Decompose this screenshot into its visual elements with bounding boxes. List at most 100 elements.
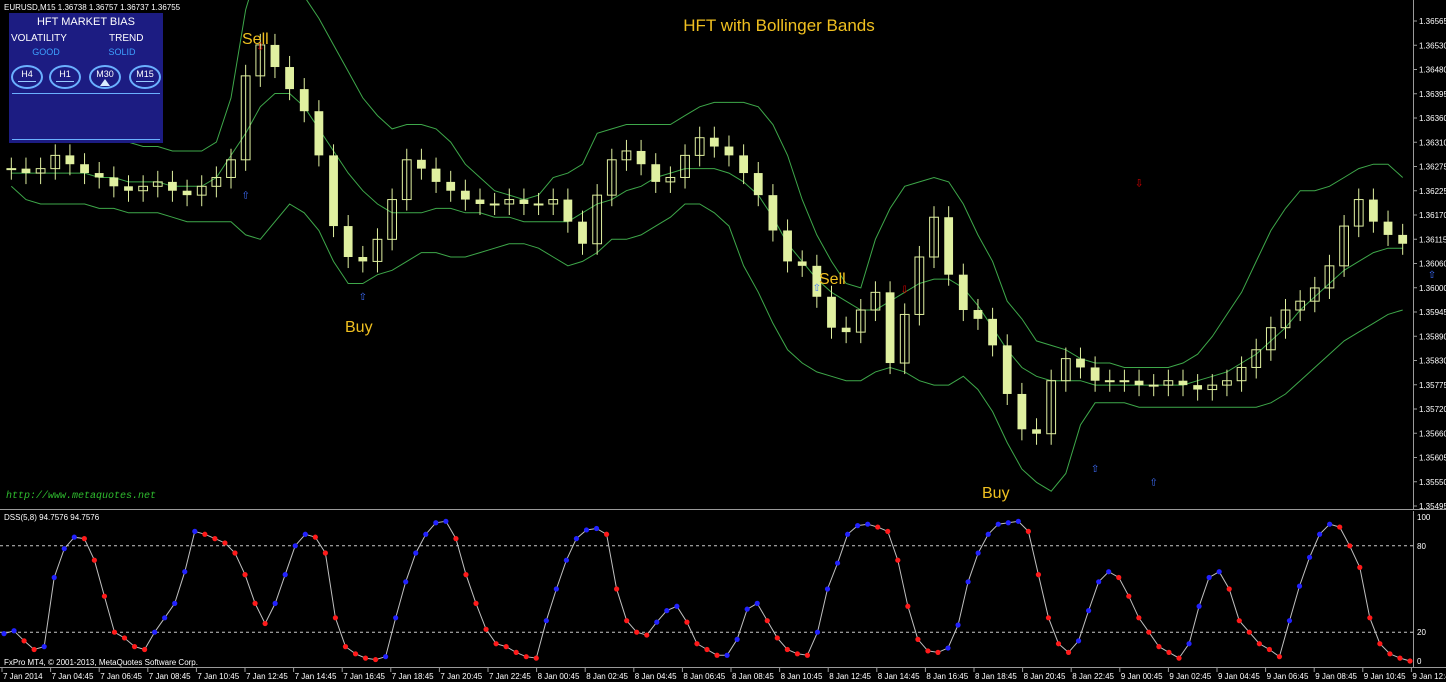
dss-dot-falling [875,524,881,530]
candle-body-down [1002,345,1012,394]
price-chart[interactable]: ⇩⇩⇩⇧⇧⇧⇧⇧⇧ 1.365651.365301.364801.363951.… [0,0,1446,510]
time-tick-label: 8 Jan 18:45 [975,672,1017,681]
dss-oscillator-pane[interactable]: 100 80 20 0 7 Jan 2014 7 Jan 04:45 7 Jan 06:4… [0,511,1446,682]
dss-dot-falling [503,644,509,650]
candle-body-down [1368,199,1378,222]
dss-dot-falling [513,649,519,655]
dss-dot-rising [593,525,600,532]
sell-label-top: Sell [242,31,269,48]
dss-dot-rising [945,645,951,651]
time-tick-label: 7 Jan 10:45 [197,672,239,681]
candle-body-down [1017,393,1027,430]
candle-body-down [827,296,836,328]
dss-dot-falling [332,615,339,621]
time-tick-label: 8 Jan 04:45 [635,672,677,681]
flat-bias-line-icon [18,81,36,82]
time-tick-label: 7 Jan 16:45 [343,672,385,681]
candle-body-down [1076,358,1085,368]
candle-body-down [314,111,324,156]
metaquotes-watermark: http://www.metaquotes.net [6,490,156,502]
candle-body-down [182,190,192,196]
price-tick-label: 1.36275 [1419,163,1446,172]
dss-dot-falling [312,534,318,540]
dss-dot-falling [634,629,640,635]
dss-dot-rising [1186,641,1192,647]
candle-body-down [797,261,807,266]
timeframe-m15-label: M15 [136,69,154,79]
dss-dot-falling [935,649,941,655]
price-tick-label: 1.36060 [1419,260,1446,269]
price-chart-background [0,0,1446,510]
candle-body-down [417,159,426,169]
dss-dot-falling [1397,655,1403,661]
dss-dot-rising [734,636,740,642]
dss-dot-falling [533,655,539,661]
price-tick-label: 1.35495 [1419,502,1446,510]
oscillator-background [0,511,1446,682]
dss-dot-rising [172,600,178,606]
dss-dot-falling [624,618,630,624]
dss-dot-falling [885,528,891,534]
dss-dot-falling [1035,572,1042,578]
dss-dot-rising [443,518,449,524]
candle-body-up [533,203,544,206]
candle-body-down [1193,385,1203,390]
dss-dot-rising [754,600,760,606]
candle-body-down [460,190,470,200]
price-tick-label: 1.35890 [1419,332,1446,341]
dss-dot-falling [1146,629,1152,635]
dss-dot-rising [845,531,851,537]
dss-dot-falling [1347,543,1353,549]
dss-dot-falling [1256,641,1262,647]
price-tick-label: 1.35550 [1419,478,1446,487]
dss-dot-rising [61,546,67,552]
dss-dot-falling [1357,564,1363,570]
dss-dot-falling [915,636,921,642]
dss-dot-rising [824,586,831,592]
dss-dot-rising [383,654,389,660]
time-tick-label: 9 Jan 12:45 [1412,672,1446,681]
dss-dot-falling [603,531,610,537]
dss-dot-falling [1337,524,1343,530]
buy-arrow-icon: ⇧ [241,190,249,201]
candle-body-down [885,292,895,364]
dss-dot-falling [493,641,499,647]
dss-dot-rising [393,615,399,621]
time-tick-label: 9 Jan 10:45 [1364,672,1406,681]
dss-dot-falling [684,619,690,625]
dss-dot-rising [182,569,188,575]
dss-dot-falling [342,644,349,650]
candle-body-up [1148,384,1159,387]
dss-dot-rising [302,531,308,537]
dss-dot-rising [1286,618,1293,624]
buy-label-left: Buy [345,319,373,336]
flat-bias-line-icon [136,81,154,82]
dss-dot-rising [1317,531,1323,537]
buy-arrow-icon: ⇧ [1150,477,1158,488]
dss-dot-falling [242,572,248,578]
time-tick-label: 8 Jan 14:45 [878,672,920,681]
panel-divider [12,93,160,94]
candle-body-down [1090,367,1100,381]
dss-dot-rising [1106,569,1112,575]
timeframe-m30-gauge: M30 [89,65,121,89]
dss-dot-falling [694,641,700,647]
price-tick-label: 1.36395 [1419,90,1446,99]
candle-body-down [958,274,968,311]
dss-dot-falling [91,557,97,563]
price-tick-label: 1.36480 [1419,66,1446,75]
dss-dot-rising [1096,579,1102,585]
price-tick-label: 1.36000 [1419,284,1446,293]
candle-body-down [124,186,133,191]
dss-dot-falling [101,593,108,599]
price-tick-label: 1.35775 [1419,381,1446,390]
dss-dot-falling [352,651,359,657]
chart-title: HFT with Bollinger Bands [683,16,875,35]
timeframe-h4-gauge: H4 [11,65,43,89]
timeframe-m30-label: M30 [96,69,114,79]
candle-body-down [358,257,368,262]
dss-dot-falling [1126,593,1132,599]
dss-dot-rising [282,572,288,578]
dss-dot-rising [583,527,590,533]
time-tick-label: 8 Jan 00:45 [538,672,580,681]
